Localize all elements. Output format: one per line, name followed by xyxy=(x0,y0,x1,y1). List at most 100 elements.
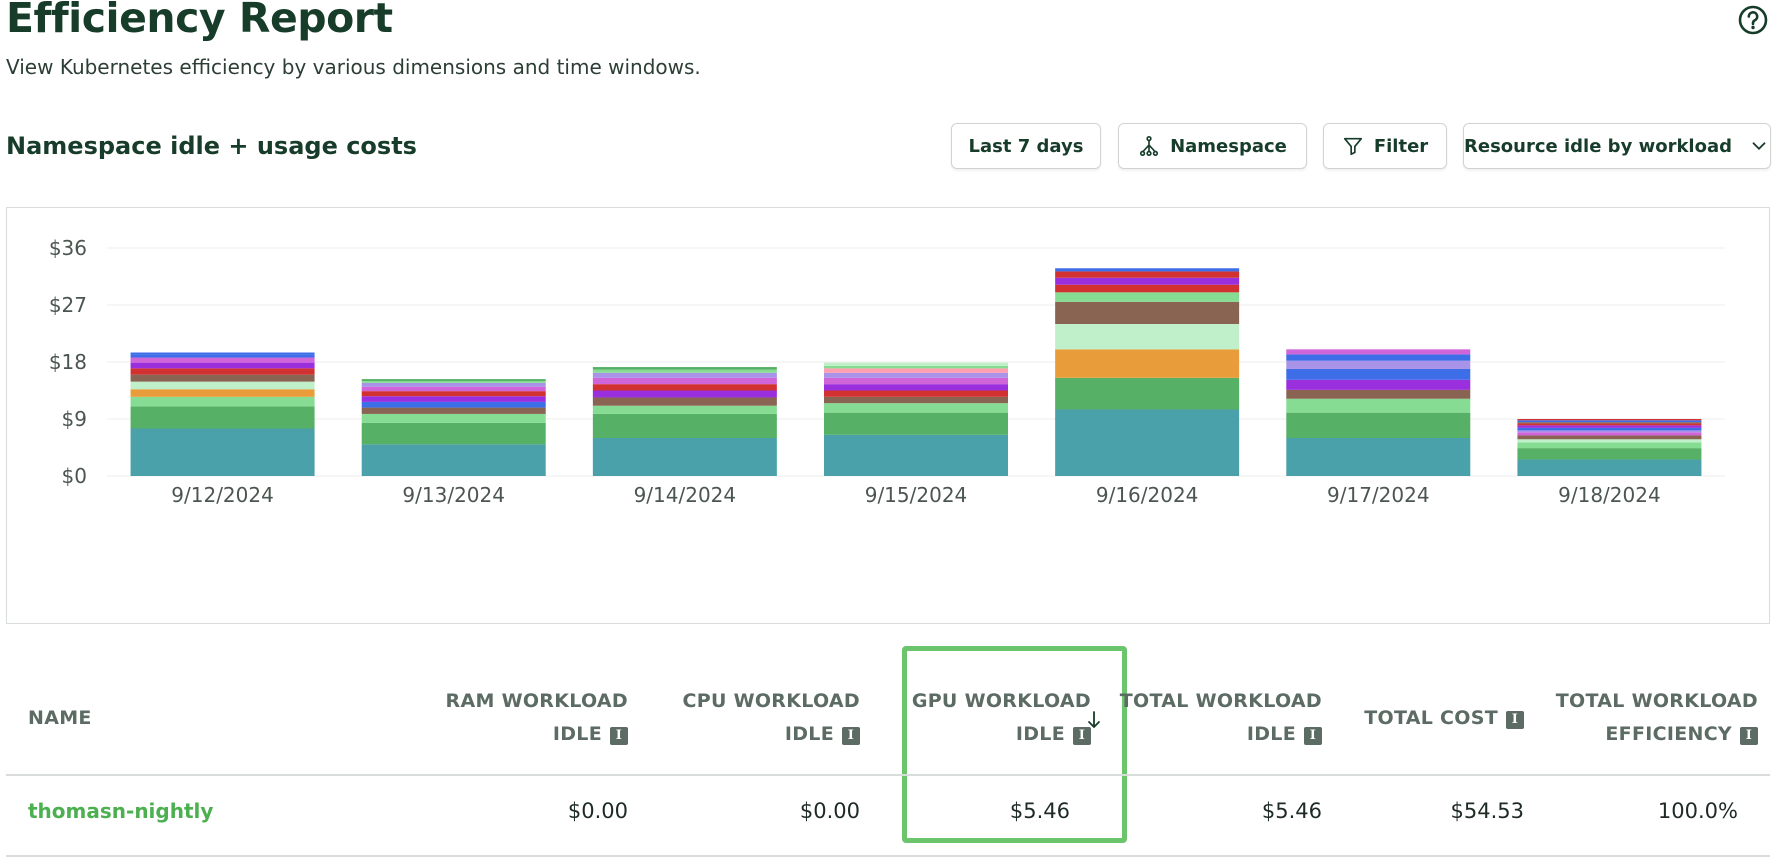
bar-segment xyxy=(361,381,546,383)
y-tick-label: $36 xyxy=(49,236,87,260)
y-tick-label: $9 xyxy=(62,407,87,431)
bar-segment xyxy=(592,397,777,406)
bar-segment xyxy=(824,396,1008,404)
header-divider xyxy=(6,774,1770,776)
column-header-label: CPU WORKLOAD xyxy=(682,690,860,712)
bar-segment xyxy=(1517,427,1702,431)
info-icon[interactable]: i xyxy=(1740,727,1758,745)
bar-segment xyxy=(824,384,1008,391)
view-select[interactable]: Resource idle by workload xyxy=(1463,123,1771,169)
info-icon[interactable]: i xyxy=(842,727,860,745)
bar-segment xyxy=(130,381,315,390)
bar-segment xyxy=(1055,268,1240,272)
x-tick-label: 9/16/2024 xyxy=(1096,483,1199,507)
chevron-down-icon xyxy=(1752,142,1766,151)
ram-idle-cell: $0.00 xyxy=(567,799,628,823)
bar-segment xyxy=(1055,409,1240,476)
arrow-down-icon xyxy=(1088,711,1100,729)
stacked-bar-chart: $0 $9 $18 $27 $36 9/12/2024 9/13/2024 9/14/2024… xyxy=(49,236,1725,507)
bar-segment xyxy=(361,396,546,402)
bar-segment xyxy=(1517,422,1702,424)
bar-segment xyxy=(130,389,315,397)
bar-segment xyxy=(1286,379,1471,390)
bar-segment xyxy=(1517,459,1702,476)
bar-segment xyxy=(130,428,315,476)
bar-segment xyxy=(1286,412,1471,438)
column-header-gpu-idle[interactable]: GPU WORKLOAD IDLE i xyxy=(912,685,1091,751)
bar-segment xyxy=(361,422,546,445)
bar-segment xyxy=(824,372,1008,378)
bar-segment xyxy=(1517,432,1702,436)
x-tick-label: 9/17/2024 xyxy=(1327,483,1430,507)
namespace-link[interactable]: thomasn-nightly xyxy=(28,799,213,823)
bar-segment xyxy=(130,352,315,355)
bar-segment xyxy=(592,384,777,391)
bar-segment xyxy=(824,377,1008,385)
bar-segment xyxy=(1286,389,1471,399)
chart-panel: $0 $9 $18 $27 $36 9/12/2024 9/13/2024 9/14/2024… xyxy=(6,207,1770,624)
cpu-idle-cell: $0.00 xyxy=(799,799,860,823)
bar-segment xyxy=(1286,354,1471,361)
bar-segment xyxy=(130,357,315,363)
filter-label: Filter xyxy=(1373,135,1429,157)
info-icon[interactable]: i xyxy=(1506,711,1524,729)
bar-segment xyxy=(1517,439,1702,443)
filter-icon xyxy=(1343,137,1362,156)
info-icon[interactable]: i xyxy=(1304,727,1322,745)
column-header-label: TOTAL COST xyxy=(1364,707,1498,729)
info-icon[interactable]: i xyxy=(610,727,628,745)
total-idle-cell: $5.46 xyxy=(1261,799,1322,823)
share-nodes-icon xyxy=(1140,136,1159,156)
bar-segment xyxy=(1517,423,1702,426)
page-title: Efficiency Report xyxy=(6,0,393,42)
bar-segment xyxy=(824,403,1008,413)
column-header-label: EFFICIENCY xyxy=(1605,723,1732,745)
bar-segment xyxy=(1517,448,1702,460)
bar-segment xyxy=(592,390,777,398)
bar-segment xyxy=(592,405,777,414)
column-header-label: TOTAL WORKLOAD xyxy=(1119,690,1322,712)
bar-segment xyxy=(1517,435,1702,440)
bar-segment xyxy=(361,386,546,392)
bar-segment xyxy=(1286,349,1471,355)
bar-segment xyxy=(361,444,546,476)
aggregate-by-button[interactable]: Namespace xyxy=(1118,123,1307,169)
aggregate-by-label: Namespace xyxy=(1170,135,1287,157)
x-tick-label: 9/12/2024 xyxy=(171,483,274,507)
bar-segment xyxy=(130,362,315,369)
help-icon[interactable] xyxy=(1737,4,1769,36)
total-cost-cell: $54.53 xyxy=(1450,799,1524,823)
column-header-label: IDLE xyxy=(784,723,834,745)
bar-segment xyxy=(361,391,546,397)
bar-segment xyxy=(824,412,1008,435)
bar-segment xyxy=(130,396,315,407)
column-header-label: RAM WORKLOAD xyxy=(445,690,628,712)
date-range-button[interactable]: Last 7 days xyxy=(951,123,1101,169)
column-header-cpu-idle[interactable]: CPU WORKLOAD IDLE i xyxy=(682,685,860,751)
y-tick-label: $27 xyxy=(49,293,87,317)
x-tick-label: 9/14/2024 xyxy=(634,483,737,507)
efficiency-cell: 100.0% xyxy=(1657,799,1738,823)
filter-button[interactable]: Filter xyxy=(1323,123,1447,169)
bar-segment xyxy=(824,434,1008,476)
column-header-label: IDLE xyxy=(1015,723,1065,745)
bar-segment xyxy=(361,407,546,414)
column-header-efficiency[interactable]: TOTAL WORKLOAD EFFICIENCY i xyxy=(1556,685,1758,751)
x-tick-label: 9/15/2024 xyxy=(865,483,968,507)
column-header-total-cost[interactable]: TOTAL COST i xyxy=(1364,702,1524,735)
bar-segment xyxy=(361,379,546,381)
column-header-ram-idle[interactable]: RAM WORKLOAD IDLE i xyxy=(446,685,628,751)
column-header-name[interactable]: NAME xyxy=(28,702,92,735)
bar-segment xyxy=(1055,324,1240,350)
bar-segment xyxy=(1055,271,1240,278)
bar-segment xyxy=(592,438,777,476)
x-tick-label: 9/18/2024 xyxy=(1558,483,1661,507)
bar-segment xyxy=(824,365,1008,369)
bar-segment xyxy=(130,374,315,382)
bar-segment xyxy=(1055,377,1240,410)
bar-segment xyxy=(1286,438,1471,476)
bar-segment xyxy=(592,367,777,370)
bar-segment xyxy=(1517,425,1702,428)
column-header-total-idle[interactable]: TOTAL WORKLOAD IDLE i xyxy=(1120,685,1322,751)
bar-segment xyxy=(824,368,1008,373)
